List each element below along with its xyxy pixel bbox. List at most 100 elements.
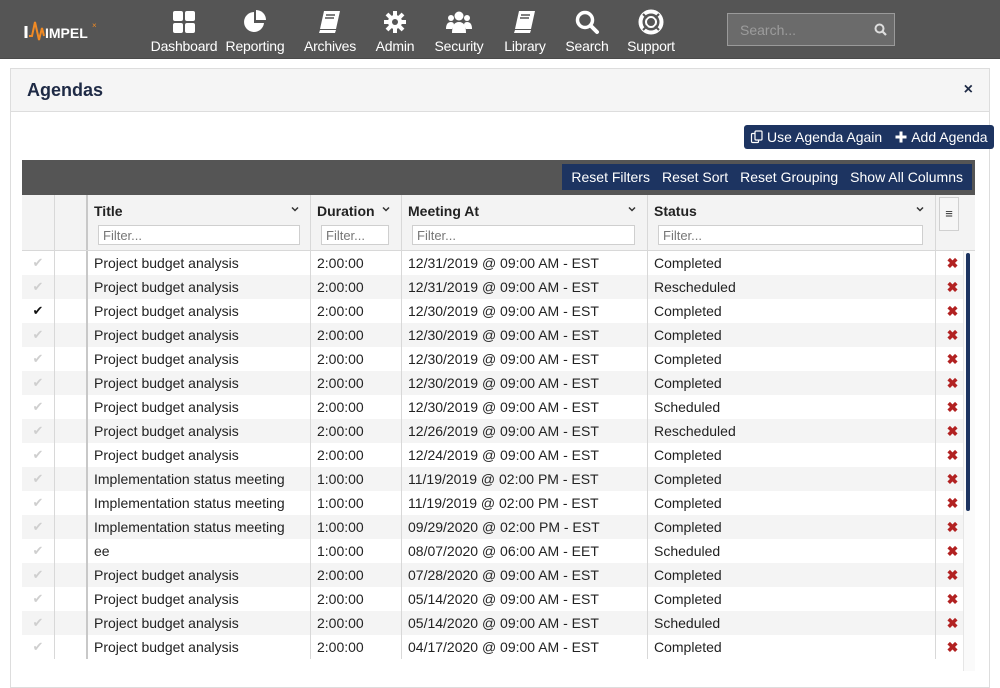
- cell-status: Completed: [648, 467, 936, 491]
- row-select-checkmark-icon[interactable]: ✔: [22, 635, 55, 659]
- cell-status: Completed: [648, 635, 936, 659]
- table-row[interactable]: ✔ Project budget analysis 2:00:00 12/30/201…: [22, 347, 975, 371]
- status-filter-input[interactable]: [658, 225, 923, 245]
- cell-title: Implementation status meeting: [88, 491, 311, 515]
- cell-meeting-at: 05/14/2020 @ 09:00 AM - EST: [402, 587, 648, 611]
- header-select-column: [22, 195, 55, 250]
- row-select-checkmark-icon[interactable]: ✔: [22, 491, 55, 515]
- cell-meeting-at: 12/30/2019 @ 09:00 AM - EST: [402, 323, 648, 347]
- global-search-input[interactable]: [728, 14, 894, 45]
- grid-body: ✔ Project budget analysis 2:00:00 12/31/201…: [22, 251, 975, 671]
- scrollbar-thumb[interactable]: [966, 253, 970, 511]
- meeting-at-filter-input[interactable]: [412, 225, 635, 245]
- row-select-checkmark-icon[interactable]: ✔: [22, 395, 55, 419]
- table-row[interactable]: ✔ Implementation status meeting 1:00:00 11/…: [22, 467, 975, 491]
- cell-status: Rescheduled: [648, 419, 936, 443]
- table-row[interactable]: ✔ Project budget analysis 2:00:00 05/14/202…: [22, 611, 975, 635]
- nav-library[interactable]: Library: [494, 0, 556, 59]
- row-group-cell: [55, 347, 88, 371]
- column-menu-button[interactable]: ≡: [939, 197, 959, 231]
- column-header-meeting-at[interactable]: Meeting At: [402, 195, 648, 250]
- cell-duration: 2:00:00: [311, 347, 402, 371]
- chevron-down-icon[interactable]: [381, 204, 391, 214]
- cell-duration: 2:00:00: [311, 395, 402, 419]
- nav-archives[interactable]: Archives: [294, 0, 366, 59]
- table-row[interactable]: ✔ Project budget analysis 2:00:00 12/30/201…: [22, 371, 975, 395]
- nav-admin[interactable]: Admin: [366, 0, 424, 59]
- nav-support[interactable]: Support: [618, 0, 684, 59]
- reset-grouping-button[interactable]: Reset Grouping: [734, 169, 844, 185]
- cell-status: Completed: [648, 371, 936, 395]
- nav-security[interactable]: Security: [424, 0, 494, 59]
- duration-filter-input[interactable]: [321, 225, 389, 245]
- search-icon[interactable]: [874, 23, 887, 36]
- column-header-duration[interactable]: Duration: [311, 195, 402, 250]
- use-agenda-again-button[interactable]: Use Agenda Again: [750, 129, 882, 145]
- row-select-checkmark-icon[interactable]: ✔: [22, 419, 55, 443]
- cell-meeting-at: 12/24/2019 @ 09:00 AM - EST: [402, 443, 648, 467]
- cell-status: Completed: [648, 443, 936, 467]
- row-select-checkmark-icon[interactable]: ✔: [22, 563, 55, 587]
- row-select-checkmark-icon[interactable]: ✔: [22, 323, 55, 347]
- table-row[interactable]: ✔ Project budget analysis 2:00:00 12/26/201…: [22, 419, 975, 443]
- nav-search-label: Search: [565, 38, 609, 54]
- top-navigation-bar: IMPEL × Dashboard Reporting Archives Adm…: [0, 0, 1000, 59]
- cell-status: Completed: [648, 251, 936, 275]
- add-agenda-button[interactable]: Add Agenda: [894, 129, 988, 145]
- cell-title: ee: [88, 539, 311, 563]
- row-select-checkmark-icon[interactable]: ✔: [22, 275, 55, 299]
- close-icon[interactable]: ×: [964, 81, 973, 99]
- row-select-checkmark-icon[interactable]: ✔: [22, 251, 55, 275]
- table-row[interactable]: ✔ Project budget analysis 2:00:00 04/17/202…: [22, 635, 975, 659]
- show-all-columns-button[interactable]: Show All Columns: [844, 169, 969, 185]
- table-row[interactable]: ✔ Project budget analysis 2:00:00 12/31/201…: [22, 275, 975, 299]
- use-agenda-again-label: Use Agenda Again: [767, 129, 883, 145]
- reset-sort-button[interactable]: Reset Sort: [656, 169, 734, 185]
- table-row[interactable]: ✔ Project budget analysis 2:00:00 12/30/201…: [22, 323, 975, 347]
- cell-meeting-at: 08/07/2020 @ 06:00 AM - EET: [402, 539, 648, 563]
- chevron-down-icon[interactable]: [290, 204, 300, 214]
- cell-status: Scheduled: [648, 611, 936, 635]
- chevron-down-icon[interactable]: [627, 204, 637, 214]
- row-select-checkmark-icon[interactable]: ✔: [22, 539, 55, 563]
- impel-logo[interactable]: IMPEL ×: [20, 14, 100, 44]
- table-row[interactable]: ✔ Project budget analysis 2:00:00 12/30/201…: [22, 299, 975, 323]
- table-row[interactable]: ✔ ee 1:00:00 08/07/2020 @ 06:00 AM - EET Sch…: [22, 539, 975, 563]
- cell-title: Project budget analysis: [88, 563, 311, 587]
- row-select-checkmark-icon[interactable]: ✔: [22, 443, 55, 467]
- row-select-checkmark-icon[interactable]: ✔: [22, 347, 55, 371]
- nav-admin-label: Admin: [375, 38, 415, 54]
- table-row[interactable]: ✔ Project budget analysis 2:00:00 05/14/202…: [22, 587, 975, 611]
- row-select-checkmark-icon[interactable]: ✔: [22, 299, 55, 323]
- nav-reporting[interactable]: Reporting: [216, 0, 294, 59]
- nav-library-label: Library: [504, 38, 546, 54]
- nav-dashboard[interactable]: Dashboard: [151, 0, 218, 59]
- chevron-down-icon[interactable]: [915, 204, 925, 214]
- table-row[interactable]: ✔ Project budget analysis 2:00:00 12/31/201…: [22, 251, 975, 275]
- title-filter-input[interactable]: [98, 225, 300, 245]
- nav-search[interactable]: Search: [556, 0, 618, 59]
- row-select-checkmark-icon[interactable]: ✔: [22, 515, 55, 539]
- cell-meeting-at: 12/30/2019 @ 09:00 AM - EST: [402, 371, 648, 395]
- nav-reporting-label: Reporting: [225, 38, 285, 54]
- column-header-status[interactable]: Status: [648, 195, 936, 250]
- cell-title: Project budget analysis: [88, 635, 311, 659]
- cell-status: Rescheduled: [648, 275, 936, 299]
- gear-icon: [384, 11, 406, 33]
- table-row[interactable]: ✔ Project budget analysis 2:00:00 12/30/201…: [22, 395, 975, 419]
- cell-title: Project budget analysis: [88, 323, 311, 347]
- column-header-title[interactable]: Title: [88, 195, 311, 250]
- row-select-checkmark-icon[interactable]: ✔: [22, 371, 55, 395]
- table-row[interactable]: ✔ Project budget analysis 2:00:00 12/24/201…: [22, 443, 975, 467]
- logo-text: IMPEL: [45, 25, 88, 41]
- grid-rows: ✔ Project budget analysis 2:00:00 12/31/201…: [22, 251, 975, 659]
- reset-filters-button[interactable]: Reset Filters: [565, 169, 656, 185]
- table-row[interactable]: ✔ Implementation status meeting 1:00:00 11/…: [22, 491, 975, 515]
- table-row[interactable]: ✔ Implementation status meeting 1:00:00 09/…: [22, 515, 975, 539]
- row-select-checkmark-icon[interactable]: ✔: [22, 587, 55, 611]
- row-select-checkmark-icon[interactable]: ✔: [22, 467, 55, 491]
- users-icon: [446, 11, 472, 33]
- cell-title: Project budget analysis: [88, 443, 311, 467]
- table-row[interactable]: ✔ Project budget analysis 2:00:00 07/28/202…: [22, 563, 975, 587]
- row-select-checkmark-icon[interactable]: ✔: [22, 611, 55, 635]
